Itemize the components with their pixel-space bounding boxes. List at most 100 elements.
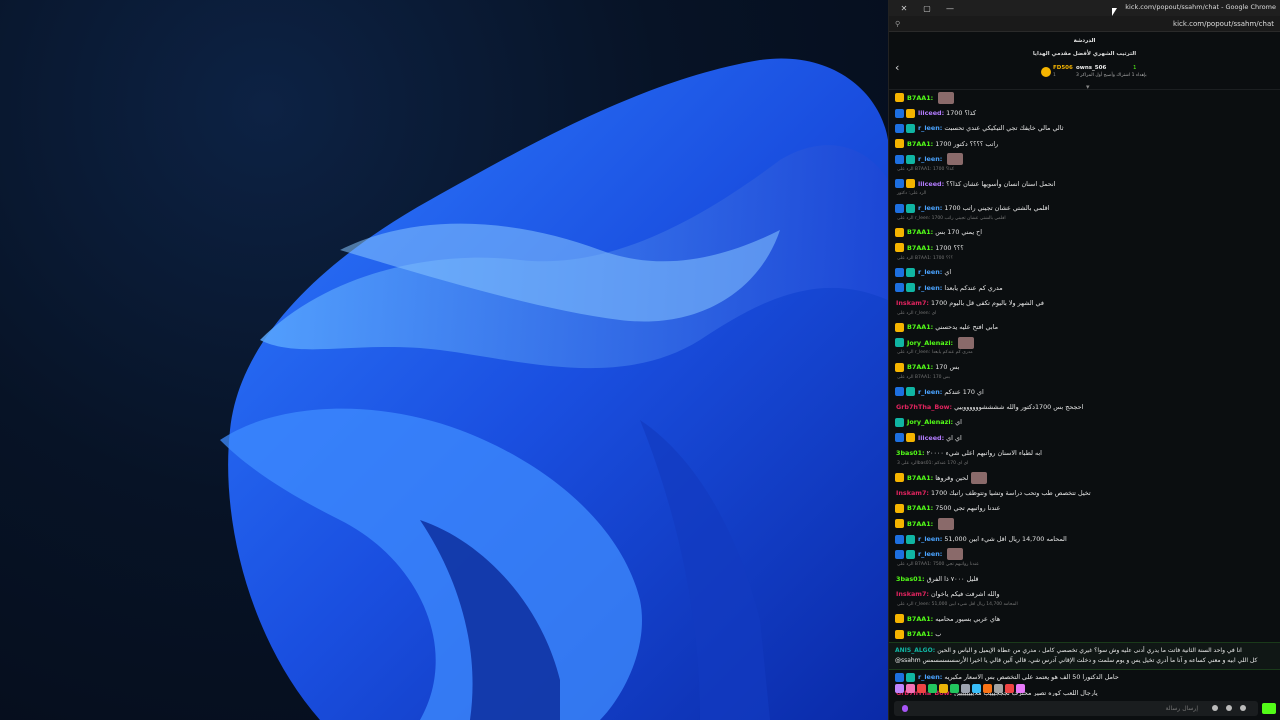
chat-username[interactable]: Inskam7: bbox=[896, 299, 929, 307]
gear-icon[interactable] bbox=[1240, 705, 1246, 711]
chat-username[interactable]: Grb7hTha_Bow: bbox=[896, 403, 952, 411]
chat-username[interactable]: B7AA1: bbox=[907, 94, 933, 102]
chat-message[interactable]: B7AA1: 1700 ؟؟؟ bbox=[889, 240, 1280, 255]
chat-username[interactable]: B7AA1: bbox=[907, 630, 933, 638]
chat-username[interactable]: liiceed: bbox=[918, 434, 944, 442]
close-icon[interactable]: ✕ bbox=[897, 4, 911, 13]
chat-username[interactable]: B7AA1: bbox=[907, 244, 933, 252]
chat-message[interactable]: B7AA1: عندنا رواتبهم تجي 7500 bbox=[889, 501, 1280, 516]
reply-context[interactable]: الرد على B7AA1: عندنا رواتبهم تجي 7500 bbox=[889, 562, 1280, 571]
chat-username[interactable]: B7AA1: bbox=[907, 504, 933, 512]
chat-username[interactable]: r_leen: bbox=[918, 673, 942, 681]
chat-message[interactable]: r_leen: حامل الدكتورا 50 الف هو يعتمد على… bbox=[889, 670, 1280, 685]
chat-username[interactable]: 3bas01: bbox=[896, 575, 925, 583]
chat-message[interactable]: B7AA1: لحين وقروها bbox=[889, 470, 1280, 485]
emote-icon[interactable] bbox=[1005, 684, 1014, 693]
chat-message[interactable]: Jory_Alenazi: bbox=[889, 335, 1280, 350]
gifter-1-name[interactable]: FD506 bbox=[1053, 65, 1073, 71]
chat-username[interactable]: B7AA1: bbox=[907, 615, 933, 623]
emote-icon[interactable] bbox=[928, 684, 937, 693]
chat-username[interactable]: liiceed: bbox=[918, 109, 944, 117]
chat-username[interactable]: Inskam7: bbox=[896, 489, 929, 497]
chat-message[interactable]: B7AA1: bbox=[889, 516, 1280, 531]
emote-icon[interactable] bbox=[1016, 684, 1025, 693]
chat-username[interactable]: B7AA1: bbox=[907, 363, 933, 371]
chat-message[interactable]: B7AA1: ب bbox=[889, 626, 1280, 641]
chat-message[interactable]: r_leen: ثالي مالي خايفك تجي التيكيكي عندي… bbox=[889, 121, 1280, 136]
chat-message[interactable]: r_leen: bbox=[889, 152, 1280, 167]
chat-message[interactable]: 3bas01: قليل ٧٠٠٠ ذا الفرق bbox=[889, 571, 1280, 586]
reply-context[interactable]: الرد على: دكتور bbox=[889, 191, 1280, 200]
emote-icon[interactable] bbox=[917, 684, 926, 693]
chat-message[interactable]: Grb7hTha_Bow: احجحج بس 1700دكتور والله شش… bbox=[889, 399, 1280, 414]
chat-input[interactable]: إرسال رسالة bbox=[894, 701, 1258, 716]
reply-context[interactable]: الرد على r_leen: اي bbox=[889, 311, 1280, 320]
mic-icon[interactable] bbox=[902, 705, 908, 712]
reply-context[interactable]: الرد على B7AA1: 1700 كذا؟ bbox=[889, 167, 1280, 176]
chat-message[interactable]: liiceed: اي اي bbox=[889, 430, 1280, 445]
reply-context[interactable]: الرد على B7AA1: بس 170 bbox=[889, 375, 1280, 384]
chat-message[interactable]: r_leen: اي 170 عندكم bbox=[889, 384, 1280, 399]
chat-message[interactable]: B7AA1: راتب ؟؟؟؟ دكتور 1700 bbox=[889, 136, 1280, 151]
reply-context[interactable]: الرد على r_leen: المحامه 14,700 ريال اقل… bbox=[889, 602, 1280, 611]
chat-message[interactable]: r_leen: المحامه 14,700 ريال اقل شيء ابين … bbox=[889, 531, 1280, 546]
chat-username[interactable]: r_leen: bbox=[918, 284, 942, 292]
emote-icon[interactable] bbox=[906, 684, 915, 693]
reply-context[interactable]: الرد على r_leen: اقلمي بالشتي عشان تجيني… bbox=[889, 216, 1280, 225]
chat-username[interactable]: B7AA1: bbox=[907, 140, 933, 148]
chevron-left-icon[interactable]: ‹ bbox=[895, 61, 899, 74]
chat-username[interactable]: r_leen: bbox=[918, 124, 942, 132]
url-text[interactable]: kick.com/popout/ssahm/chat bbox=[1173, 20, 1274, 28]
emote-icon[interactable] bbox=[895, 684, 904, 693]
chat-username[interactable]: B7AA1: bbox=[907, 323, 933, 331]
highlighted-message[interactable]: ANIS_ALGO: انا في واحد السنة الثانية فات… bbox=[889, 641, 1280, 670]
chat-message-list[interactable]: B7AA1: liiceed: كذا؟ 1700 r_leen: ثالي مالي … bbox=[889, 90, 1280, 696]
chat-username[interactable]: Jory_Alenazi: bbox=[907, 418, 953, 426]
chat-username[interactable]: r_leen: bbox=[918, 155, 942, 163]
chat-message[interactable]: Jory_Alenazi: اي bbox=[889, 415, 1280, 430]
emote-icon[interactable] bbox=[939, 684, 948, 693]
maximize-icon[interactable]: ▢ bbox=[920, 4, 934, 13]
chat-username[interactable]: ANIS_ALGO: bbox=[895, 647, 937, 654]
chat-username[interactable]: Jory_Alenazi: bbox=[907, 339, 953, 347]
chat-username[interactable]: 3bas01: bbox=[896, 449, 925, 457]
minimize-icon[interactable]: — bbox=[943, 4, 957, 13]
emote-icon[interactable] bbox=[983, 684, 992, 693]
settings-icon[interactable] bbox=[1226, 705, 1232, 711]
chat-message[interactable]: B7AA1: اح يمني 170 بس bbox=[889, 225, 1280, 240]
send-button[interactable] bbox=[1262, 703, 1276, 714]
emote-icon[interactable] bbox=[972, 684, 981, 693]
address-bar[interactable]: ⚲ kick.com/popout/ssahm/chat bbox=[889, 16, 1280, 32]
chat-message[interactable]: B7AA1: بس 170 bbox=[889, 359, 1280, 374]
chat-username[interactable]: r_leen: bbox=[918, 535, 942, 543]
chat-message[interactable]: liiceed: انحمل اسنان انسان وأسويها عشان ك… bbox=[889, 176, 1280, 191]
chat-message[interactable]: Inskam7: تخيل تتخصص طب وتحب دراسة وتشيا و… bbox=[889, 485, 1280, 500]
chat-username[interactable]: Inskam7: bbox=[896, 590, 929, 598]
chat-message[interactable]: 3bas01: ابه لطباء الاسنان رواتبهم اعلى شي… bbox=[889, 445, 1280, 460]
chat-message[interactable]: r_leen: مدري كم عندكم يابعدا bbox=[889, 280, 1280, 295]
reply-context[interactable]: الرد على 3bas01: اي اي 170 عندكم bbox=[889, 461, 1280, 470]
chat-username[interactable]: B7AA1: bbox=[907, 228, 933, 236]
chat-username[interactable]: B7AA1: bbox=[907, 520, 933, 528]
emote-icon[interactable] bbox=[950, 684, 959, 693]
emote-icon[interactable] bbox=[961, 684, 970, 693]
chat-message[interactable]: B7AA1: bbox=[889, 90, 1280, 105]
chat-username[interactable]: B7AA1: bbox=[907, 474, 933, 482]
chat-message[interactable]: Inskam7: والله اشرفت فيكم ياخوان bbox=[889, 587, 1280, 602]
chat-message[interactable]: B7AA1: هاي عربي بسيور محاميه bbox=[889, 611, 1280, 626]
reply-context[interactable]: الرد على B7AA1: ؟؟؟ 1700 bbox=[889, 256, 1280, 265]
chat-username[interactable]: r_leen: bbox=[918, 204, 942, 212]
chat-message[interactable]: B7AA1: مابي افتح عليه يدحسني bbox=[889, 320, 1280, 335]
chat-username[interactable]: liiceed: bbox=[918, 180, 944, 188]
chat-message[interactable]: liiceed: كذا؟ 1700 bbox=[889, 105, 1280, 120]
chat-username[interactable]: r_leen: bbox=[918, 388, 942, 396]
reply-context[interactable]: الرد على r_leen: مدري كم عندكم يابعدا bbox=[889, 350, 1280, 359]
chat-username[interactable]: r_leen: bbox=[918, 268, 942, 276]
chat-message[interactable]: r_leen: bbox=[889, 547, 1280, 562]
gifter-2-name[interactable]: owns_506 bbox=[1076, 65, 1106, 71]
chat-message[interactable]: r_leen: اي bbox=[889, 265, 1280, 280]
chat-message[interactable]: r_leen: اقلمي بالشتي عشان تجيني راتب 1700 bbox=[889, 200, 1280, 215]
chat-message[interactable]: Inskam7: في الشهر ولا باليوم تكفى قل بالي… bbox=[889, 295, 1280, 310]
chat-username[interactable]: r_leen: bbox=[918, 550, 942, 558]
emote-icon[interactable] bbox=[994, 684, 1003, 693]
